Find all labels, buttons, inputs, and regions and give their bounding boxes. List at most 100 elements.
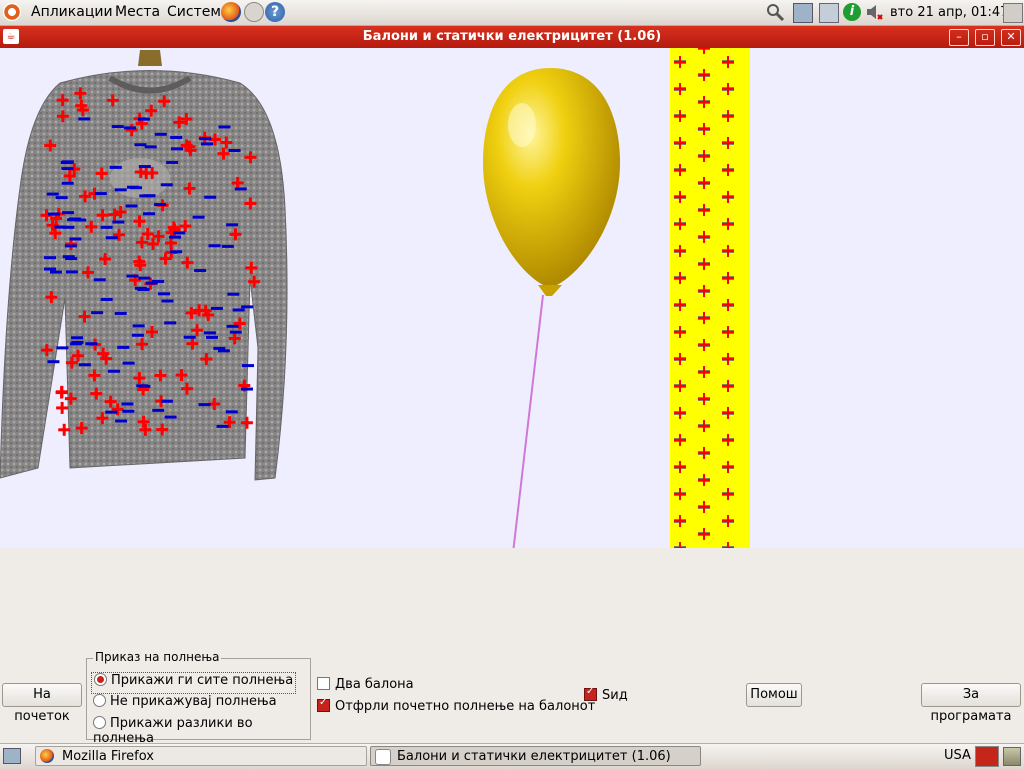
positive-charge-icon bbox=[674, 83, 686, 95]
keyboard-layout-indicator[interactable]: USA bbox=[944, 748, 971, 763]
wall bbox=[670, 48, 750, 548]
checkbox-wall[interactable]: Ѕид bbox=[584, 686, 628, 703]
positive-charge-icon bbox=[698, 204, 710, 216]
positive-charge-icon bbox=[698, 258, 710, 270]
ubuntu-logo-icon[interactable] bbox=[3, 3, 21, 21]
firefox-launcher-icon[interactable] bbox=[221, 2, 241, 22]
java-tray-icon[interactable] bbox=[975, 746, 999, 767]
positive-charge-icon bbox=[722, 299, 734, 311]
menu-places[interactable]: Места bbox=[115, 4, 160, 20]
positive-charge-icon bbox=[55, 386, 68, 399]
trash-icon[interactable] bbox=[1003, 747, 1021, 766]
simulation-area[interactable] bbox=[0, 48, 1024, 548]
radio-hide-charges[interactable]: Не прикажувај полнења bbox=[93, 694, 277, 714]
positive-charge-icon bbox=[722, 218, 734, 230]
search-icon[interactable] bbox=[766, 3, 785, 22]
positive-charge-icon bbox=[674, 218, 686, 230]
positive-charge-icon bbox=[698, 528, 710, 540]
charge-display-group: Приказ на полнења Прикажи ги сите полнењ… bbox=[86, 650, 311, 746]
close-icon[interactable]: ✕ bbox=[1001, 29, 1021, 46]
wall-charges bbox=[674, 48, 734, 548]
positive-charge-icon bbox=[674, 110, 686, 122]
positive-charge-icon bbox=[722, 164, 734, 176]
positive-charge-icon bbox=[722, 110, 734, 122]
task-firefox[interactable]: Mozilla Firefox bbox=[35, 746, 367, 766]
update-icon[interactable] bbox=[819, 3, 839, 23]
positive-charge-icon bbox=[674, 56, 686, 68]
positive-charge-icon bbox=[722, 380, 734, 392]
positive-charge-icon bbox=[56, 401, 69, 414]
menu-system[interactable]: Систем bbox=[167, 4, 221, 20]
java-app-icon bbox=[375, 749, 391, 765]
positive-charge-icon bbox=[674, 164, 686, 176]
clock[interactable]: вто 21 апр, 01:47 bbox=[890, 5, 1008, 20]
positive-charge-icon bbox=[722, 353, 734, 365]
firefox-icon bbox=[40, 749, 54, 763]
about-button[interactable]: За програмата bbox=[921, 683, 1021, 724]
radio-selected-icon[interactable] bbox=[94, 673, 107, 686]
positive-charge-icon bbox=[698, 474, 710, 486]
radio-show-charge-difference[interactable]: Прикажи разлики во полнења bbox=[93, 716, 310, 746]
checkbox-two-balloons[interactable]: Два балона bbox=[317, 677, 414, 692]
radio-show-all-charges[interactable]: Прикажи ги сите полнења bbox=[91, 672, 297, 694]
radio-unselected-icon[interactable] bbox=[93, 694, 106, 707]
positive-charge-icon bbox=[674, 515, 686, 527]
positive-charge-icon bbox=[722, 272, 734, 284]
positive-charge-icon bbox=[674, 380, 686, 392]
positive-charge-icon bbox=[698, 177, 710, 189]
positive-charge-icon bbox=[722, 488, 734, 500]
positive-charge-icon bbox=[674, 191, 686, 203]
positive-charge-icon bbox=[722, 191, 734, 203]
positive-charge-icon bbox=[698, 501, 710, 513]
window-titlebar[interactable]: ☕ Балони и статички електрицитет (1.06) … bbox=[0, 26, 1024, 48]
sweater[interactable] bbox=[0, 48, 300, 498]
info-icon[interactable]: i bbox=[843, 3, 861, 21]
positive-charge-icon bbox=[698, 69, 710, 81]
top-panel: Апликации Места Систем ? i вто 21 апр, 0… bbox=[0, 0, 1024, 26]
minimize-icon[interactable]: – bbox=[949, 29, 969, 46]
positive-charge-icon bbox=[698, 366, 710, 378]
positive-charge-icon bbox=[698, 339, 710, 351]
mail-launcher-icon[interactable] bbox=[244, 2, 264, 22]
positive-charge-icon bbox=[674, 461, 686, 473]
help-launcher-icon[interactable]: ? bbox=[265, 2, 285, 22]
positive-charge-icon bbox=[698, 123, 710, 135]
control-panel: На почеток Приказ на полнења Прикажи ги … bbox=[0, 548, 1024, 746]
maximize-icon[interactable]: ▫ bbox=[975, 29, 995, 46]
positive-charge-icon bbox=[698, 285, 710, 297]
positive-charge-icon bbox=[698, 420, 710, 432]
positive-charge-icon bbox=[722, 461, 734, 473]
positive-charge-icon bbox=[698, 312, 710, 324]
reset-button[interactable]: На почеток bbox=[2, 683, 82, 724]
volume-muted-icon[interactable] bbox=[865, 3, 883, 21]
positive-charge-icon bbox=[722, 83, 734, 95]
checkbox-discard-initial-charge[interactable]: Отфрли почетно полнење на балонот bbox=[317, 697, 595, 714]
shutdown-icon[interactable] bbox=[1003, 3, 1023, 23]
positive-charge-icon bbox=[674, 326, 686, 338]
positive-charge-icon bbox=[698, 48, 710, 54]
show-desktop-icon[interactable] bbox=[3, 748, 21, 764]
positive-charge-icon bbox=[722, 515, 734, 527]
help-button[interactable]: Помош bbox=[746, 683, 802, 707]
positive-charge-icon bbox=[698, 447, 710, 459]
positive-charge-icon bbox=[674, 407, 686, 419]
network-icon[interactable] bbox=[793, 3, 813, 23]
radio-unselected-icon[interactable] bbox=[93, 716, 106, 729]
positive-charge-icon bbox=[698, 96, 710, 108]
positive-charge-icon bbox=[674, 245, 686, 257]
menu-applications[interactable]: Апликации bbox=[31, 4, 113, 20]
positive-charge-icon bbox=[698, 150, 710, 162]
positive-charge-icon bbox=[674, 488, 686, 500]
positive-charge-icon bbox=[698, 231, 710, 243]
hanger-icon bbox=[138, 50, 162, 66]
positive-charge-icon bbox=[674, 434, 686, 446]
positive-charge-icon bbox=[722, 434, 734, 446]
positive-charge-icon bbox=[722, 326, 734, 338]
checkbox-checked-icon[interactable] bbox=[584, 686, 597, 701]
checkbox-checked-icon[interactable] bbox=[317, 697, 330, 712]
positive-charge-icon bbox=[722, 407, 734, 419]
checkbox-unchecked-icon[interactable] bbox=[317, 677, 330, 690]
task-balloons-app[interactable]: Балони и статички електрицитет (1.06) bbox=[370, 746, 701, 766]
balloon[interactable] bbox=[470, 63, 640, 548]
bottom-taskbar: Mozilla Firefox Балони и статички електр… bbox=[0, 743, 1024, 769]
